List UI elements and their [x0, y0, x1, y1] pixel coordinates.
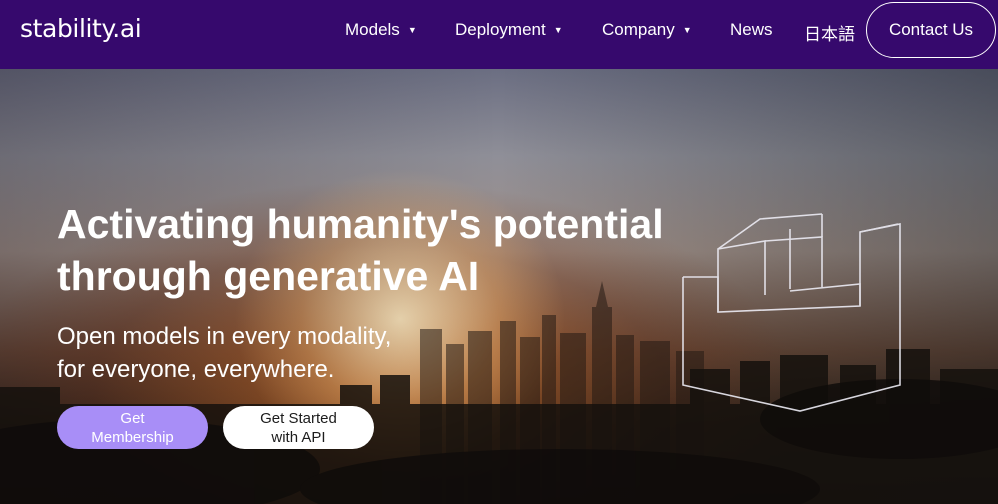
hero-headline-line-1: Activating humanity's potential	[57, 201, 664, 247]
nav-item-news[interactable]: News	[730, 20, 773, 40]
nav-item-japanese[interactable]: 日本語	[804, 20, 855, 45]
get-membership-button[interactable]: Get Membership	[57, 406, 208, 449]
nav-item-models[interactable]: Models ▼	[345, 20, 417, 40]
button-label-line-2: with API	[271, 428, 326, 446]
get-started-with-api-button[interactable]: Get Started with API	[223, 406, 374, 449]
stability-ai-logo[interactable]: stability.ai	[20, 14, 142, 43]
nav-item-company[interactable]: Company ▼	[602, 20, 692, 40]
button-label-line-1: Get	[120, 409, 145, 427]
contact-us-button[interactable]: Contact Us	[866, 2, 996, 58]
nav-item-deployment[interactable]: Deployment ▼	[455, 20, 563, 40]
nav-item-label: 日本語	[804, 25, 855, 44]
hero-section: Activating humanity's potential through …	[0, 69, 998, 504]
hero-headline-line-2: through generative AI	[57, 253, 480, 299]
top-navigation-bar: stability.ai Models ▼ Deployment ▼ Compa…	[0, 0, 998, 69]
hero-subheadline-line-1: Open models in every modality,	[57, 323, 392, 350]
chevron-down-icon: ▼	[682, 24, 692, 35]
nav-item-label: Models	[345, 20, 400, 39]
hero-headline: Activating humanity's potential through …	[57, 198, 757, 302]
chevron-down-icon: ▼	[553, 24, 563, 35]
nav-item-label: Company	[602, 20, 675, 39]
hero-subheadline-line-2: for everyone, everywhere.	[57, 356, 335, 383]
nav-item-label: News	[730, 20, 773, 39]
hero-subheadline: Open models in every modality, for every…	[57, 320, 477, 386]
button-label-line-2: Membership	[91, 428, 174, 446]
button-label-line-1: Get Started	[260, 409, 337, 427]
nav-item-label: Deployment	[455, 20, 546, 39]
chevron-down-icon: ▼	[407, 24, 417, 35]
